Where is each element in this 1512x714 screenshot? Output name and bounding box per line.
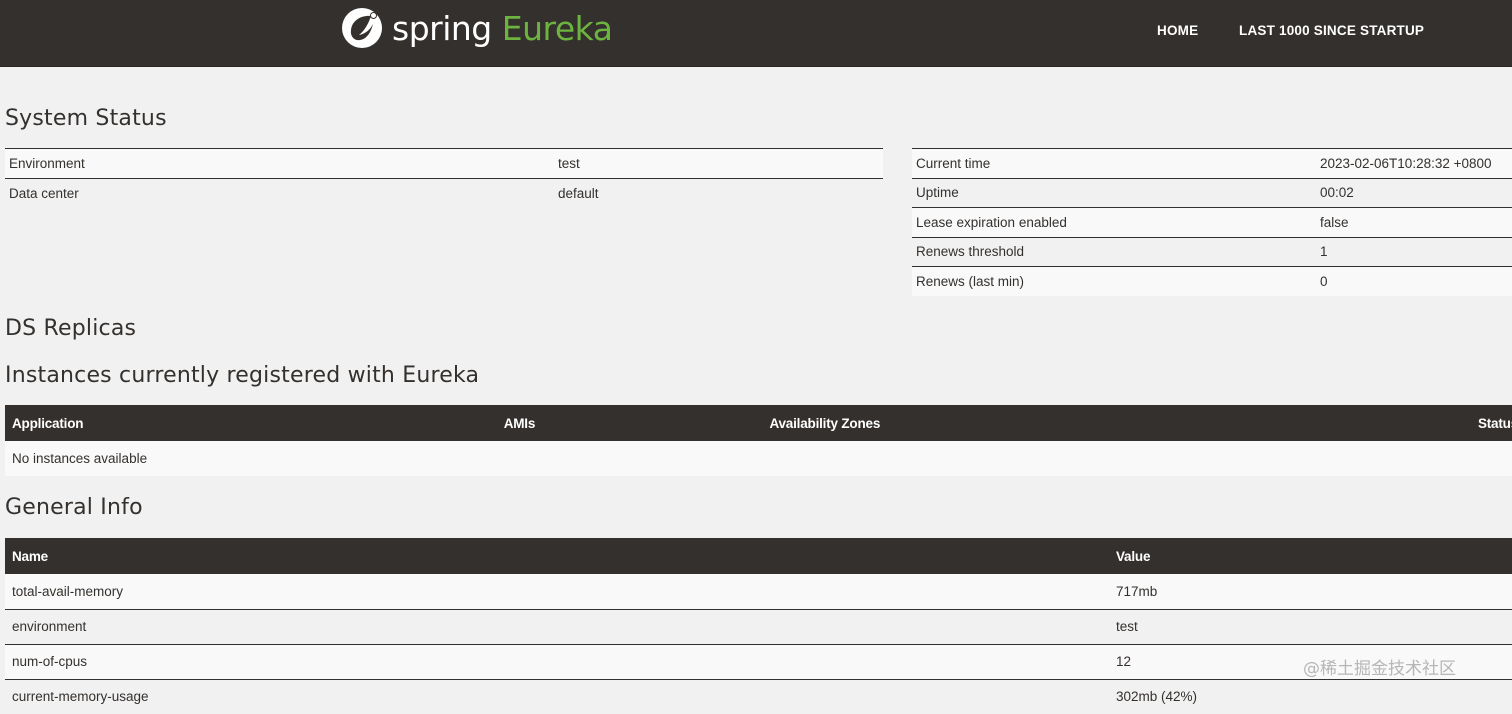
info-name: total-avail-memory: [5, 574, 1109, 609]
instances-heading: Instances currently registered with Eure…: [5, 363, 480, 388]
status-value: 1: [1316, 236, 1512, 267]
status-value: 0: [1316, 266, 1512, 296]
top-navbar: spring Eureka HOME LAST 1000 SINCE STARTU…: [0, 0, 1512, 67]
table-row: num-of-cpus 12: [5, 643, 1512, 679]
watermark-text: @稀土掘金技术社区: [1303, 659, 1456, 679]
general-info-heading: General Info: [5, 495, 143, 520]
status-label: Uptime: [912, 177, 1316, 208]
column-header-amis: AMIs: [496, 405, 763, 441]
ds-replicas-heading: DS Replicas: [5, 316, 137, 341]
table-row: Current time 2023-02-06T10:28:32 +0800: [912, 148, 1512, 178]
info-name: environment: [5, 608, 1109, 644]
status-value: test: [554, 148, 883, 178]
status-value: 2023-02-06T10:28:32 +0800: [1316, 148, 1512, 178]
instances-table: Application AMIs Availability Zones Stat…: [5, 405, 1512, 476]
column-header-status: Status: [1470, 405, 1512, 441]
brand-spring: spring: [392, 8, 492, 48]
info-value: test: [1109, 608, 1512, 644]
table-row: Renews (last min) 0: [912, 266, 1512, 296]
table-row: total-avail-memory 717mb: [5, 574, 1512, 609]
table-row: No instances available: [5, 441, 1512, 476]
status-value: false: [1316, 207, 1512, 237]
table-header-row: Application AMIs Availability Zones Stat…: [5, 405, 1512, 441]
spring-leaf-icon: [342, 8, 382, 48]
status-label: Lease expiration enabled: [912, 207, 1316, 237]
no-instances-message: No instances available: [5, 441, 1512, 476]
system-status-table-right: Current time 2023-02-06T10:28:32 +0800 U…: [912, 148, 1512, 296]
nav-home-link[interactable]: HOME: [1157, 23, 1198, 38]
system-status-table-left: Environment test Data center default: [5, 148, 883, 208]
nav-last-1000-link[interactable]: LAST 1000 SINCE STARTUP: [1239, 23, 1424, 38]
status-value: default: [554, 177, 883, 208]
status-label: Environment: [5, 148, 554, 178]
table-row: environment test: [5, 608, 1512, 644]
table-row: Renews threshold 1: [912, 236, 1512, 267]
table-row: Uptime 00:02: [912, 177, 1512, 208]
info-value: 302mb (42%): [1109, 678, 1512, 714]
table-row: Lease expiration enabled false: [912, 207, 1512, 237]
table-header-row: Name Value: [5, 538, 1512, 574]
brand-eureka: Eureka: [501, 8, 613, 48]
status-label: Current time: [912, 148, 1316, 178]
table-row: current-memory-usage 302mb (42%): [5, 678, 1512, 714]
general-info-table: Name Value total-avail-memory 717mb envi…: [5, 538, 1512, 714]
status-label: Renews (last min): [912, 266, 1316, 296]
info-value: 717mb: [1109, 574, 1512, 609]
spring-eureka-logo[interactable]: spring Eureka: [340, 6, 613, 50]
info-name: num-of-cpus: [5, 643, 1109, 679]
column-header-value: Value: [1109, 538, 1512, 574]
table-row: Data center default: [5, 177, 883, 208]
status-label: Renews threshold: [912, 236, 1316, 267]
system-status-heading: System Status: [5, 106, 167, 131]
column-header-name: Name: [5, 538, 1109, 574]
column-header-application: Application: [5, 405, 497, 441]
info-name: current-memory-usage: [5, 678, 1109, 714]
status-label: Data center: [5, 177, 554, 208]
table-row: Environment test: [5, 148, 883, 178]
brand-wordmark: spring Eureka: [392, 8, 613, 48]
status-value: 00:02: [1316, 177, 1512, 208]
column-header-availability-zones: Availability Zones: [762, 405, 1471, 441]
